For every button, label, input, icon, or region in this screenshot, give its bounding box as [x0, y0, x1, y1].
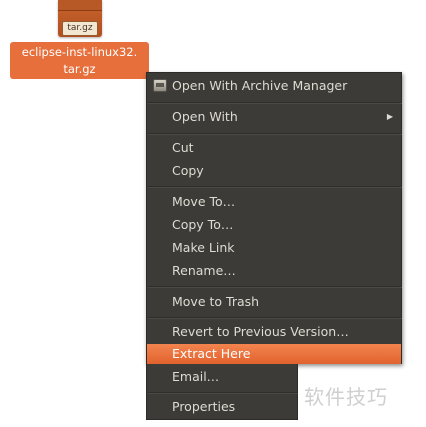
menu-item-label: Make Link — [172, 240, 235, 255]
menu-item-make-link[interactable]: Make Link — [147, 237, 401, 259]
menu-separator — [148, 186, 402, 188]
menu-separator — [148, 286, 402, 288]
menu-item-open-with-archive-manager[interactable]: Open With Archive Manager — [147, 75, 401, 97]
menu-item-label: Copy — [172, 163, 204, 178]
file-name-line2: tar.gz — [63, 62, 96, 76]
context-menu: Open With Archive Manager Open With ▶ Cu… — [146, 72, 402, 364]
menu-item-label: Move To… — [172, 194, 236, 209]
menu-item-extract-here[interactable]: Extract Here — [147, 344, 401, 364]
menu-item-label: Revert to Previous Version… — [172, 324, 349, 339]
archive-manager-icon — [153, 79, 167, 92]
menu-item-move-to-trash[interactable]: Move to Trash — [147, 291, 401, 313]
menu-item-open-with[interactable]: Open With ▶ — [147, 106, 401, 128]
menu-item-rename[interactable]: Rename… — [147, 260, 401, 282]
menu-item-label: Extract Here — [172, 346, 251, 361]
menu-separator — [148, 317, 402, 319]
context-menu-lower: Email… Properties — [146, 364, 298, 420]
tar-gz-file-icon[interactable]: tar.gz — [58, 0, 102, 37]
menu-separator — [148, 392, 298, 394]
menu-item-cut[interactable]: Cut — [147, 137, 401, 159]
file-type-tag: tar.gz — [62, 21, 98, 36]
file-name-line1: eclipse-inst-linux32. — [21, 45, 138, 59]
menu-item-copy[interactable]: Copy — [147, 160, 401, 182]
file-name-label[interactable]: eclipse-inst-linux32. tar.gz — [10, 42, 149, 79]
menu-item-label: Properties — [172, 399, 236, 414]
menu-item-label: Copy To… — [172, 217, 234, 232]
menu-item-properties[interactable]: Properties — [147, 396, 299, 418]
menu-separator — [148, 133, 402, 135]
menu-item-label: Rename… — [172, 263, 236, 278]
menu-item-label: Email… — [172, 369, 220, 384]
menu-item-revert-to-previous-version[interactable]: Revert to Previous Version… — [147, 321, 401, 343]
menu-item-label: Cut — [172, 140, 194, 155]
archive-lid — [58, 0, 102, 11]
watermark-text: 软件技巧 — [304, 385, 388, 409]
menu-item-email[interactable]: Email… — [147, 366, 299, 388]
menu-item-copy-to[interactable]: Copy To… — [147, 214, 401, 236]
submenu-arrow-icon: ▶ — [386, 112, 393, 121]
menu-separator — [148, 102, 402, 104]
menu-item-label: Open With — [172, 109, 238, 124]
menu-item-label: Open With Archive Manager — [172, 78, 348, 93]
menu-item-label: Move to Trash — [172, 294, 260, 309]
menu-item-move-to[interactable]: Move To… — [147, 191, 401, 213]
